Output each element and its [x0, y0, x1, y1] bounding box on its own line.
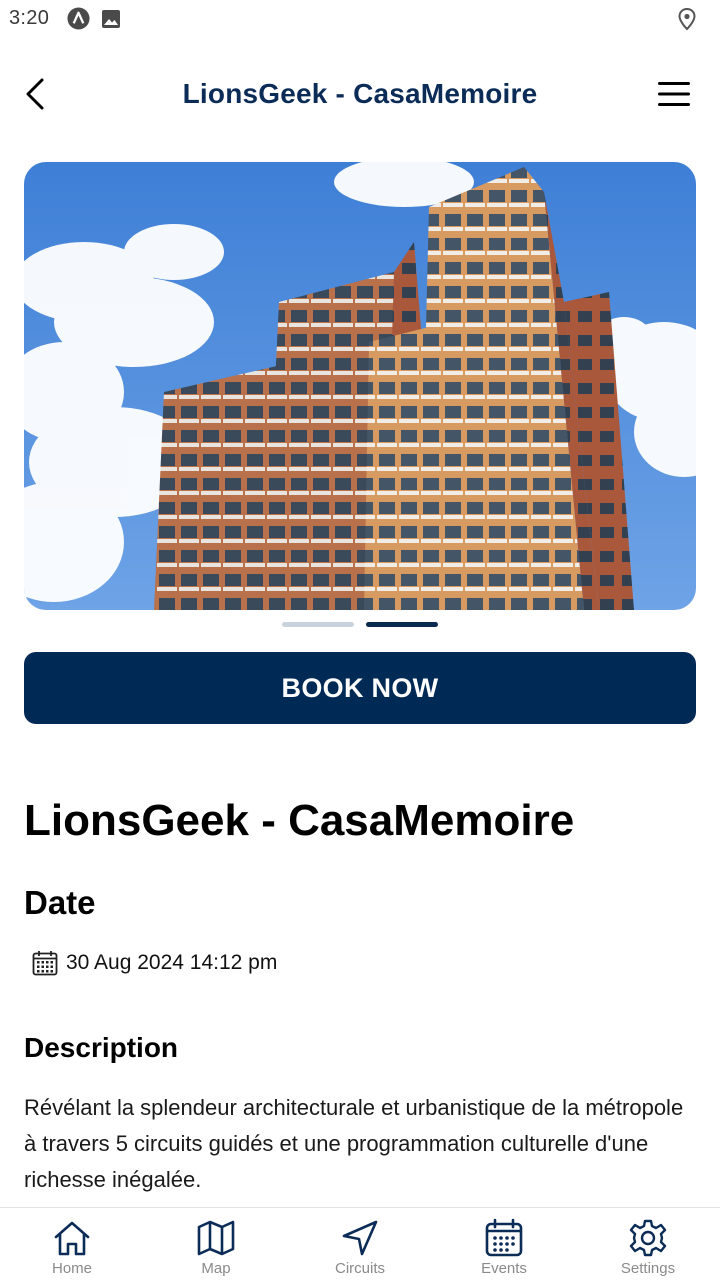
status-time: 3:20 — [9, 7, 50, 29]
event-image-carousel[interactable] — [24, 162, 696, 610]
gear-icon — [629, 1219, 667, 1257]
status-bar: 3:20 — [0, 0, 720, 38]
carousel-indicator-active[interactable] — [366, 622, 438, 627]
app-notification-icon — [67, 7, 90, 30]
hamburger-menu-icon — [658, 82, 690, 106]
calendar-icon — [32, 951, 58, 976]
book-now-button[interactable]: BOOK NOW — [24, 652, 696, 724]
nav-label-events: Events — [481, 1260, 527, 1277]
menu-button[interactable] — [650, 74, 698, 114]
image-notification-icon — [102, 10, 120, 28]
nav-item-events[interactable]: Events — [432, 1208, 576, 1280]
nav-item-circuits[interactable]: Circuits — [288, 1208, 432, 1280]
date-row: 30 Aug 2024 14:12 pm — [32, 948, 277, 978]
nav-label-map: Map — [201, 1260, 231, 1277]
event-description: Révélant la splendeur architecturale et … — [24, 1095, 684, 1192]
date-heading: Date — [24, 884, 96, 921]
bottom-navigation: Home Map Circuits Events Settings — [0, 1207, 720, 1280]
home-icon — [54, 1221, 90, 1256]
carousel-indicators — [0, 622, 720, 628]
nav-label-settings: Settings — [620, 1260, 676, 1277]
event-date: 30 Aug 2024 14:12 pm — [66, 951, 278, 974]
nav-label-home: Home — [51, 1260, 92, 1277]
nav-label-circuits: Circuits — [334, 1260, 385, 1277]
description-heading: Description — [24, 1032, 179, 1063]
calendar-icon — [485, 1218, 523, 1257]
event-title: LionsGeek - CasaMemoire — [24, 796, 575, 845]
navigation-arrow-icon — [342, 1220, 378, 1256]
location-icon — [678, 7, 696, 31]
app-bar: LionsGeek - CasaMemoire — [0, 56, 720, 132]
map-icon — [197, 1220, 235, 1256]
nav-item-settings[interactable]: Settings — [576, 1208, 720, 1280]
nav-item-map[interactable]: Map — [144, 1208, 288, 1280]
page-title: LionsGeek - CasaMemoire — [182, 78, 538, 109]
building-photo — [24, 162, 696, 610]
carousel-indicator[interactable] — [282, 622, 354, 627]
nav-item-home[interactable]: Home — [0, 1208, 144, 1280]
